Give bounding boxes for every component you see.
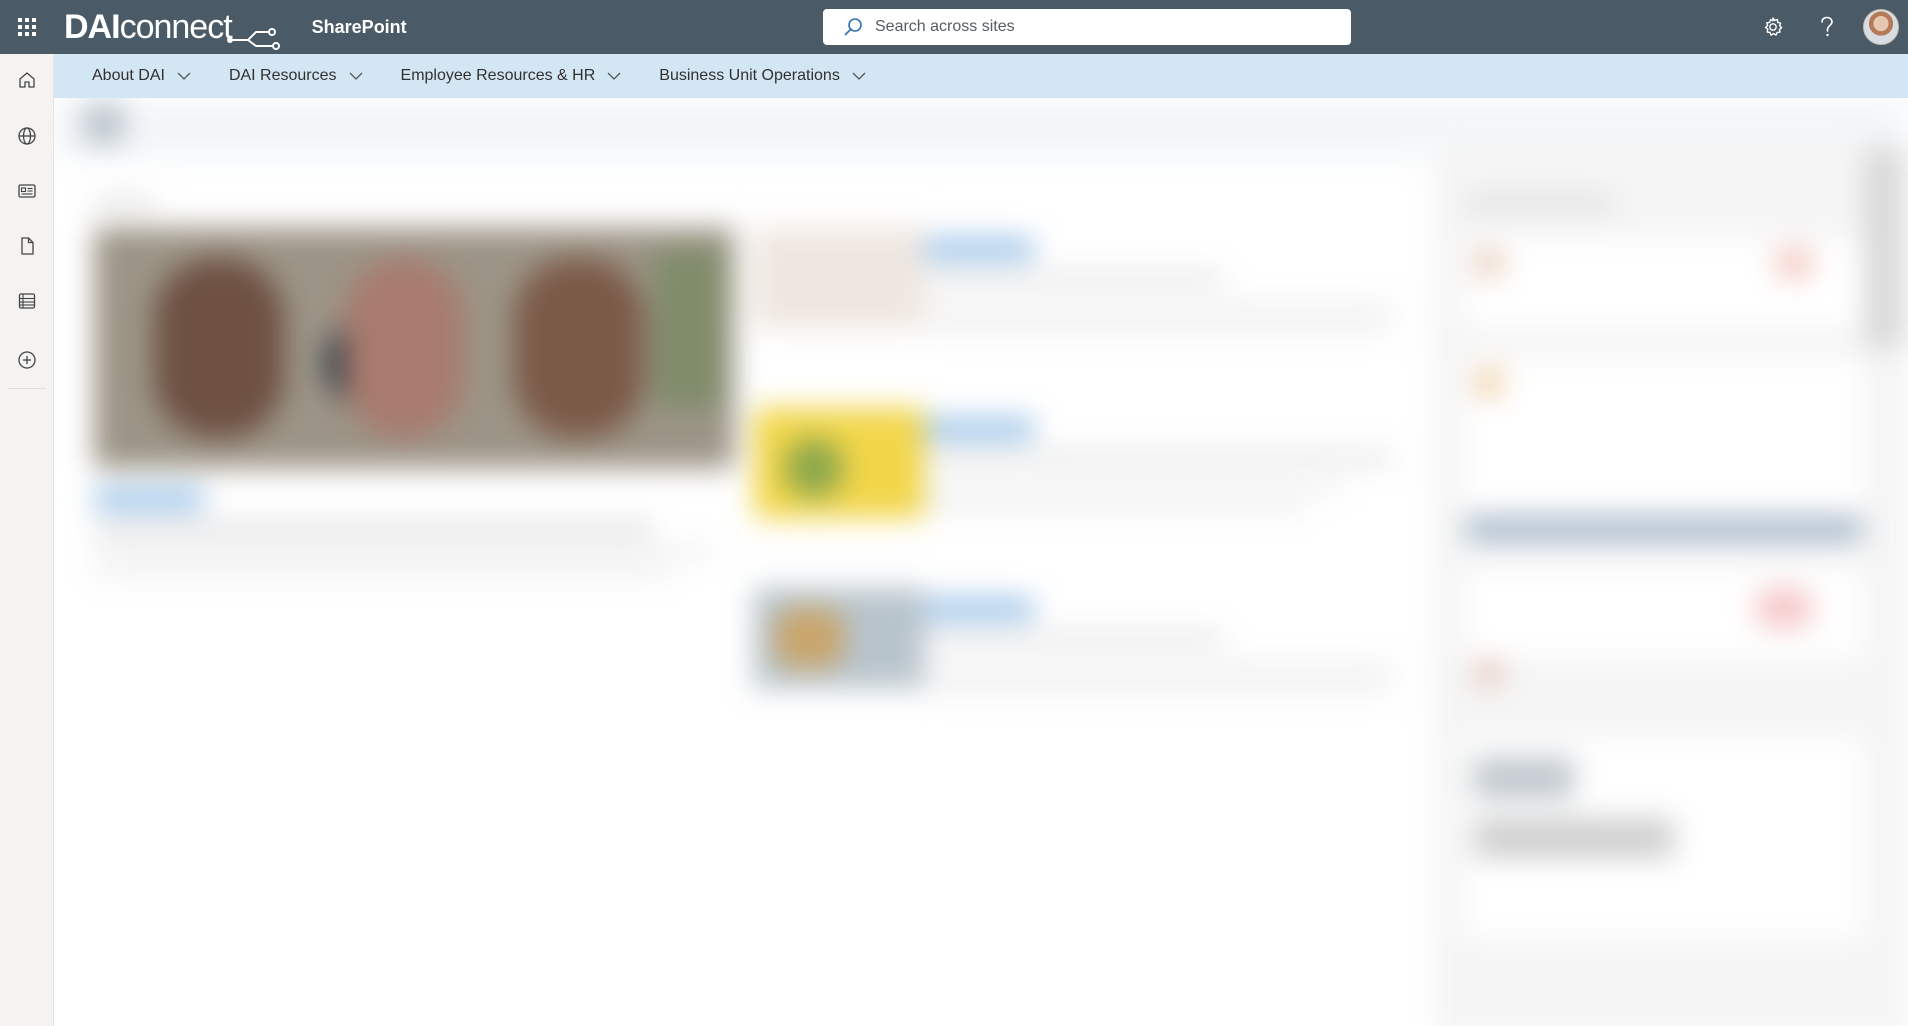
text-placeholder xyxy=(924,663,1394,671)
nav-item-label: About DAI xyxy=(92,67,165,84)
rail-divider xyxy=(8,388,46,389)
chevron-down-icon xyxy=(852,72,866,80)
home-button[interactable] xyxy=(0,58,54,102)
thumbnail-placeholder xyxy=(754,228,924,328)
tag-placeholder xyxy=(924,418,1034,440)
image-placeholder xyxy=(1474,818,1674,858)
image-placeholder xyxy=(1474,758,1574,798)
text-placeholder xyxy=(94,523,654,535)
text-placeholder xyxy=(1464,198,1614,210)
list-icon xyxy=(18,293,36,309)
files-button[interactable] xyxy=(0,224,54,268)
blurred-content xyxy=(54,98,1908,1026)
tag-placeholder xyxy=(94,488,204,510)
chevron-down-icon xyxy=(177,72,191,80)
search-placeholder: Search across sites xyxy=(875,18,1015,35)
avatar-placeholder xyxy=(1474,248,1504,278)
help-button[interactable] xyxy=(1800,0,1854,54)
suite-bar: DAIconnect SharePoint Search across site… xyxy=(0,0,1908,54)
scrollbar-placeholder xyxy=(1864,148,1904,348)
chevron-down-icon xyxy=(607,72,621,80)
site-logo-placeholder xyxy=(84,104,124,144)
thumbnail-placeholder xyxy=(774,608,844,668)
text-placeholder xyxy=(94,548,714,556)
badge-placeholder xyxy=(1754,588,1814,628)
text-placeholder xyxy=(924,303,1394,311)
nav-item-label: Employee Resources & HR xyxy=(400,67,596,84)
search-box[interactable]: Search across sites xyxy=(823,9,1351,45)
news-icon xyxy=(18,184,36,198)
globe-icon xyxy=(18,127,36,145)
avatar-placeholder xyxy=(1474,368,1504,398)
text-placeholder xyxy=(924,273,1224,283)
nav-item-label: DAI Resources xyxy=(228,67,337,84)
card-placeholder xyxy=(1464,358,1864,508)
app-launcher-button[interactable] xyxy=(0,0,54,54)
home-icon xyxy=(19,72,35,88)
create-button[interactable] xyxy=(0,338,54,382)
global-navigation-button[interactable] xyxy=(0,114,54,158)
section-title-placeholder xyxy=(94,198,154,208)
nav-item-employee-resources-hr[interactable]: Employee Resources & HR xyxy=(401,67,622,85)
hero-figure-placeholder xyxy=(654,248,724,408)
button-placeholder xyxy=(1464,518,1864,540)
circuit-logo-icon xyxy=(226,28,280,50)
nav-item-label: Business Unit Operations xyxy=(659,67,840,84)
text-placeholder xyxy=(924,633,1224,643)
tag-placeholder xyxy=(924,238,1034,260)
create-icon xyxy=(18,351,36,369)
hero-figure-placeholder xyxy=(154,258,284,438)
news-button[interactable] xyxy=(0,169,54,213)
hero-figure-placeholder xyxy=(514,258,644,438)
lists-button[interactable] xyxy=(0,279,54,323)
waffle-icon xyxy=(18,18,36,36)
text-placeholder xyxy=(924,683,1394,691)
avatar[interactable] xyxy=(1863,9,1899,45)
settings-button[interactable] xyxy=(1746,0,1800,54)
hub-navigation: About DAI DAI Resources Employee Resourc… xyxy=(54,54,1908,98)
text-placeholder xyxy=(924,483,1344,491)
nav-item-dai-resources[interactable]: DAI Resources xyxy=(229,67,363,85)
dai-connect-logo[interactable]: DAIconnect xyxy=(64,0,282,54)
settings-icon xyxy=(1764,17,1783,36)
text-placeholder xyxy=(924,453,1394,463)
left-app-bar xyxy=(0,54,54,1026)
app-name[interactable]: SharePoint xyxy=(312,17,407,38)
avatar-placeholder xyxy=(1474,658,1504,688)
page-content xyxy=(54,98,1908,1026)
chevron-down-icon xyxy=(349,72,362,80)
help-icon xyxy=(1821,16,1833,37)
text-placeholder xyxy=(924,323,1394,331)
thumbnail-placeholder xyxy=(784,438,844,498)
text-placeholder xyxy=(924,503,1304,511)
file-icon xyxy=(21,237,34,255)
hero-figure-placeholder xyxy=(344,258,464,438)
text-placeholder xyxy=(94,568,674,576)
tag-placeholder xyxy=(924,598,1034,620)
search-icon xyxy=(844,18,862,36)
nav-item-about-dai[interactable]: About DAI xyxy=(92,67,191,85)
nav-item-business-unit-operations[interactable]: Business Unit Operations xyxy=(659,67,866,85)
badge-placeholder xyxy=(1774,248,1814,278)
